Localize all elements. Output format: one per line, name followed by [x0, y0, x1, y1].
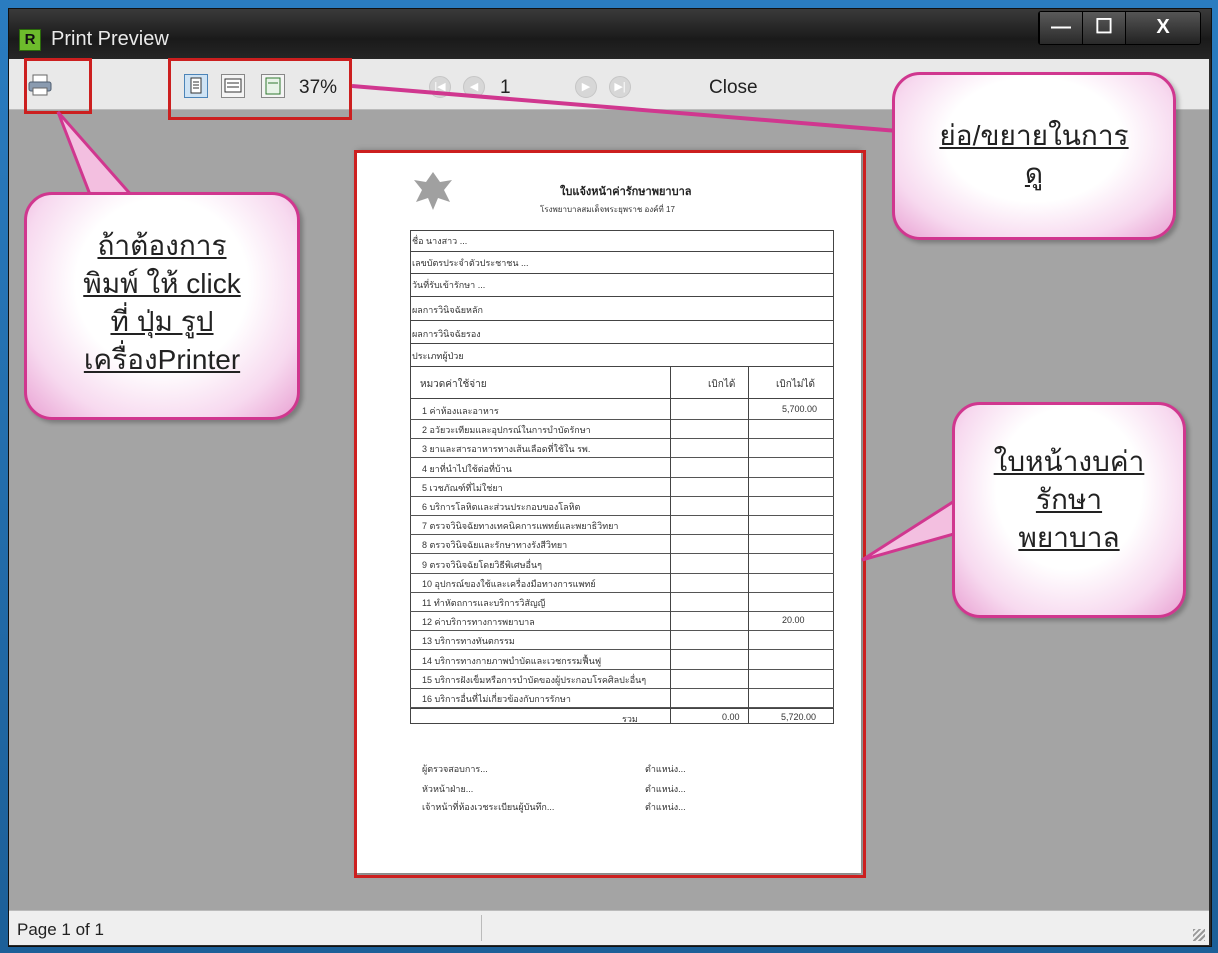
- callout-line: พยาบาล: [1018, 522, 1120, 553]
- callout-line: ที่ ปุ่ม รูป: [110, 306, 214, 337]
- callout-line: พิมพ์ ให้ click: [83, 268, 241, 299]
- zoom-callout: ย่อ/ขยายในการ ดู: [892, 72, 1176, 240]
- print-callout: ถ้าต้องการ พิมพ์ ให้ click ที่ ปุ่ม รูป …: [24, 192, 300, 420]
- callout-line: รักษา: [1035, 484, 1103, 515]
- page-callout: ใบหน้างบค่า รักษา พยาบาล: [952, 402, 1186, 618]
- callout-line: เครื่องPrinter: [83, 344, 241, 375]
- callout-line: ดู: [1024, 158, 1044, 189]
- callout-line: ถ้าต้องการ: [97, 230, 227, 261]
- callout-line: ย่อ/ขยายในการ: [939, 120, 1129, 151]
- callout-line: ใบหน้างบค่า: [993, 446, 1145, 477]
